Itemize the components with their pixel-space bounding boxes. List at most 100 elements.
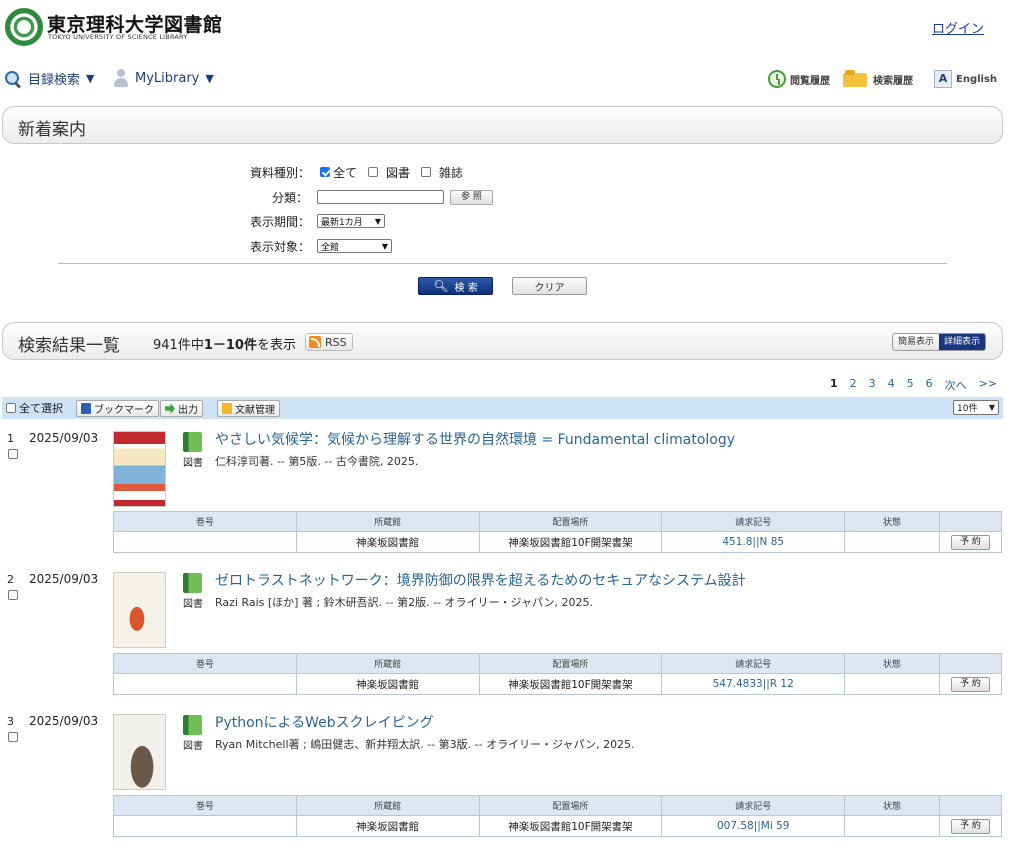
classification-browse-button[interactable]: 参 照 (450, 189, 493, 205)
page-6[interactable]: 6 (926, 377, 933, 393)
book-cover-image[interactable] (113, 714, 166, 790)
location-cell: 神楽坂図書館10F開架書架 (478, 815, 663, 837)
table-row: 神楽坂図書館 神楽坂図書館10F開架書架 007.58||Mi 59 予 約 (113, 815, 1002, 837)
col-call-number: 請求記号 (661, 795, 846, 816)
rss-icon (309, 336, 321, 348)
page-2[interactable]: 2 (850, 377, 857, 393)
output-label: 出力 (178, 405, 198, 416)
book-cover-image[interactable] (113, 431, 166, 507)
reference-mgmt-label: 文献管理 (235, 405, 275, 416)
catalog-search-label: 目録検索 (28, 73, 81, 88)
university-seal-logo[interactable] (5, 8, 43, 46)
record-number: 1 (7, 432, 14, 445)
search-icon: 🔍︎ (433, 279, 449, 293)
per-page-value: 10件 (957, 404, 978, 414)
rss-button[interactable]: RSS (305, 333, 353, 351)
table-row: 神楽坂図書館 神楽坂図書館10F開架書架 547.4833||R 12 予 約 (113, 673, 1002, 695)
page-5[interactable]: 5 (907, 377, 914, 393)
next-page-link[interactable]: 次へ (945, 377, 967, 393)
browse-history-link[interactable]: 閲覧履歴 (768, 70, 830, 88)
action-cell: 予 約 (939, 815, 1002, 837)
reference-mgmt-button[interactable]: 文献管理 (217, 400, 280, 417)
result-count: 941件中1－10件を表示 (153, 334, 296, 353)
record-number: 3 (7, 715, 14, 728)
type-book-checkbox[interactable] (368, 167, 379, 177)
page-1: 1 (830, 377, 838, 390)
record-checkbox[interactable] (8, 590, 18, 600)
simple-view-button[interactable]: 簡易表示 (893, 334, 940, 350)
language-icon: A (934, 70, 952, 88)
col-location: 配置場所 (478, 795, 663, 816)
col-action (939, 511, 1002, 532)
record-number: 2 (7, 573, 14, 586)
bookmark-icon (81, 403, 91, 414)
col-volume: 巻号 (113, 795, 297, 816)
type-all-label: 全て (333, 165, 358, 180)
select-all-label: 全て選択 (19, 402, 63, 415)
status-cell (844, 815, 941, 837)
classification-input[interactable] (317, 190, 444, 204)
record-checkbox[interactable] (8, 449, 18, 459)
catalog-search-menu[interactable]: 目録検索 ▼ (4, 69, 94, 88)
result-count-prefix: 941件中 (153, 338, 204, 353)
record-title-link[interactable]: やさしい気候学：気候から理解する世界の自然環境 = Fundamental cl… (215, 429, 735, 449)
english-link[interactable]: A English (934, 70, 997, 88)
select-all[interactable]: 全て選択 (6, 400, 63, 416)
select-all-checkbox[interactable] (6, 403, 16, 413)
per-page-select[interactable]: 10件 ▼ (953, 400, 999, 415)
result-record: 1 2025/09/03 図書 やさしい気候学：気候から理解する世界の自然環境 … (0, 429, 1020, 562)
reserve-button[interactable]: 予 約 (951, 676, 990, 692)
call-number-link[interactable]: 547.4833||R 12 (661, 673, 846, 695)
chevron-down-icon: ▼ (988, 403, 995, 412)
col-status: 状態 (844, 511, 940, 532)
period-label: 表示期間： (249, 214, 310, 229)
period-select[interactable]: 最新1カ月 ▼ (317, 214, 385, 228)
call-number-link[interactable]: 451.8||N 85 (661, 531, 846, 553)
detail-view-button[interactable]: 詳細表示 (939, 334, 986, 350)
search-button[interactable]: 🔍︎ 検 索 (418, 277, 493, 295)
material-type-label: 資料種別： (249, 165, 310, 180)
bookmark-label: ブックマーク (94, 405, 154, 416)
chevron-down-icon: ▼ (374, 216, 381, 226)
period-value: 最新1カ月 (321, 217, 363, 228)
target-select[interactable]: 全館 ▼ (317, 239, 392, 253)
clock-icon (768, 70, 786, 88)
record-author: Ryan Mitchell著 ; 嶋田健志、新井翔太訳. -- 第3版. -- … (215, 738, 635, 751)
reserve-button[interactable]: 予 約 (951, 818, 990, 834)
output-button[interactable]: 出力 (160, 400, 203, 417)
col-library: 所蔵館 (295, 511, 480, 532)
results-bar: 検索結果一覧 941件中1－10件を表示 RSS 簡易表示 詳細表示 (2, 322, 1003, 360)
col-location: 配置場所 (478, 653, 663, 674)
location-cell: 神楽坂図書館10F開架書架 (478, 531, 663, 553)
volume-cell (113, 673, 297, 695)
page-4[interactable]: 4 (888, 377, 895, 393)
chevron-down-icon: ▼ (381, 241, 388, 251)
type-all-checkbox[interactable] (320, 167, 330, 177)
record-title-link[interactable]: PythonによるWebスクレイピング (215, 712, 434, 732)
call-number-link[interactable]: 007.58||Mi 59 (661, 815, 846, 837)
holdings-table: 巻号 所蔵館 配置場所 請求記号 状態 神楽坂図書館 神楽坂図書館10F開架書架… (113, 653, 1002, 695)
new-arrivals-title: 新着案内 (18, 120, 86, 140)
classification-label: 分類： (271, 190, 308, 205)
folder-search-icon (843, 70, 869, 88)
english-label: English (956, 73, 998, 85)
last-page-link[interactable]: >> (979, 377, 997, 393)
col-call-number: 請求記号 (661, 653, 846, 674)
book-icon (183, 432, 202, 452)
page-3[interactable]: 3 (869, 377, 876, 393)
results-toolbar: 全て選択 ブックマーク 出力 文献管理 10件 ▼ (2, 397, 1003, 419)
clear-button[interactable]: クリア (512, 277, 587, 295)
mylibrary-menu[interactable]: MyLibrary ▼ (113, 69, 214, 87)
record-title-link[interactable]: ゼロトラストネットワーク：境界防御の限界を超えるためのセキュアなシステム設計 (215, 570, 746, 590)
record-checkbox[interactable] (8, 732, 18, 742)
library-cell: 神楽坂図書館 (295, 531, 480, 553)
book-cover-image[interactable] (113, 572, 166, 648)
login-link[interactable]: ログイン (932, 18, 984, 37)
bookmark-button[interactable]: ブックマーク (76, 400, 159, 417)
col-call-number: 請求記号 (661, 511, 846, 532)
type-magazine-checkbox[interactable] (421, 167, 432, 177)
search-history-link[interactable]: 検索履歴 (843, 70, 913, 88)
reserve-button[interactable]: 予 約 (951, 534, 990, 550)
new-arrivals-bar: 新着案内 (2, 106, 1003, 144)
material-type: 図書 (183, 599, 203, 610)
